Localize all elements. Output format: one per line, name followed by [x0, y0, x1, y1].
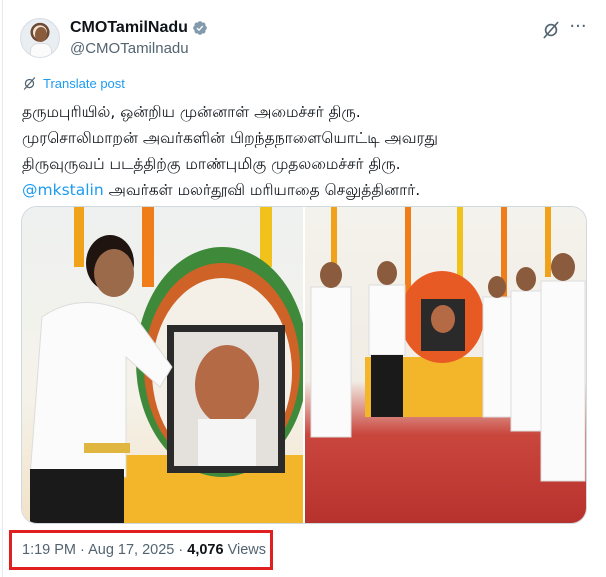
author-name-row: CMOTamilNadu	[70, 19, 208, 37]
petal-plate	[84, 443, 130, 453]
post-text: தருமபுரியில், ஒன்றிய முன்னாள் அமைச்சர் த…	[22, 99, 592, 203]
meta-separator: ·	[174, 542, 188, 558]
marigold-strand	[142, 207, 154, 287]
marigold-strand	[545, 207, 551, 277]
translate-post-label[interactable]: Translate post	[43, 76, 125, 91]
person-head	[516, 267, 536, 291]
avatar-shirt	[30, 43, 52, 57]
translate-post-link[interactable]: Translate post	[22, 76, 125, 91]
photo-right-illustration	[310, 207, 586, 482]
marigold-strand	[74, 207, 84, 267]
person	[482, 296, 512, 418]
more-icon[interactable]: ···	[568, 18, 588, 39]
person-trousers	[371, 355, 403, 417]
portrait-face	[431, 305, 455, 333]
mention-link[interactable]: @mkstalin	[22, 181, 104, 199]
person	[310, 286, 352, 438]
post-text-line: தருமபுரியில், ஒன்றிய முன்னாள் அமைச்சர் த…	[22, 103, 361, 121]
media-grid	[21, 206, 587, 524]
person-head	[551, 253, 575, 281]
author-handle[interactable]: @CMOTamilnadu	[70, 40, 189, 57]
avatar-head	[35, 27, 47, 42]
post-text-line: முரசொலிமாறன் அவர்களின் பிறந்தநாளையொட்டி …	[22, 129, 438, 147]
author-display-name[interactable]: CMOTamilNadu	[70, 19, 188, 37]
person-head	[320, 262, 342, 288]
portrait-shirt	[198, 419, 256, 466]
author-avatar[interactable]	[20, 18, 60, 58]
post-text-tail: அவர்கள் மலர்தூவி மரியாதை செலுத்தினார்.	[103, 181, 421, 199]
translate-icon	[23, 77, 36, 90]
views-label: Views	[223, 542, 267, 558]
post-text-line-last: @mkstalin அவர்கள் மலர்தூவி மரியாதை செலுத…	[22, 177, 592, 203]
person	[540, 280, 586, 482]
man-trousers	[30, 469, 124, 523]
photo-left-illustration	[29, 207, 303, 523]
views-count: 4,076	[187, 542, 224, 558]
post-text-line: திருவுருவப் படத்திற்கு மாண்புமிகு முதலமை…	[22, 155, 401, 173]
person-head	[488, 276, 506, 298]
post-metadata: 1:19 PM · Aug 17, 2025 · 4,076 Views	[22, 542, 266, 558]
man-face	[94, 249, 134, 297]
meta-separator: ·	[76, 542, 89, 558]
photo-tribute-garland[interactable]	[22, 207, 303, 523]
grok-icon[interactable]	[541, 20, 561, 40]
marigold-strand	[260, 207, 272, 267]
post-date[interactable]: Aug 17, 2025	[88, 542, 174, 558]
photo-group-tribute[interactable]	[305, 207, 586, 523]
person	[510, 290, 542, 432]
person-head	[377, 261, 397, 285]
verified-badge-icon	[193, 21, 207, 35]
post-time[interactable]: 1:19 PM	[22, 542, 76, 558]
portrait-face	[195, 345, 259, 425]
person	[368, 284, 406, 356]
